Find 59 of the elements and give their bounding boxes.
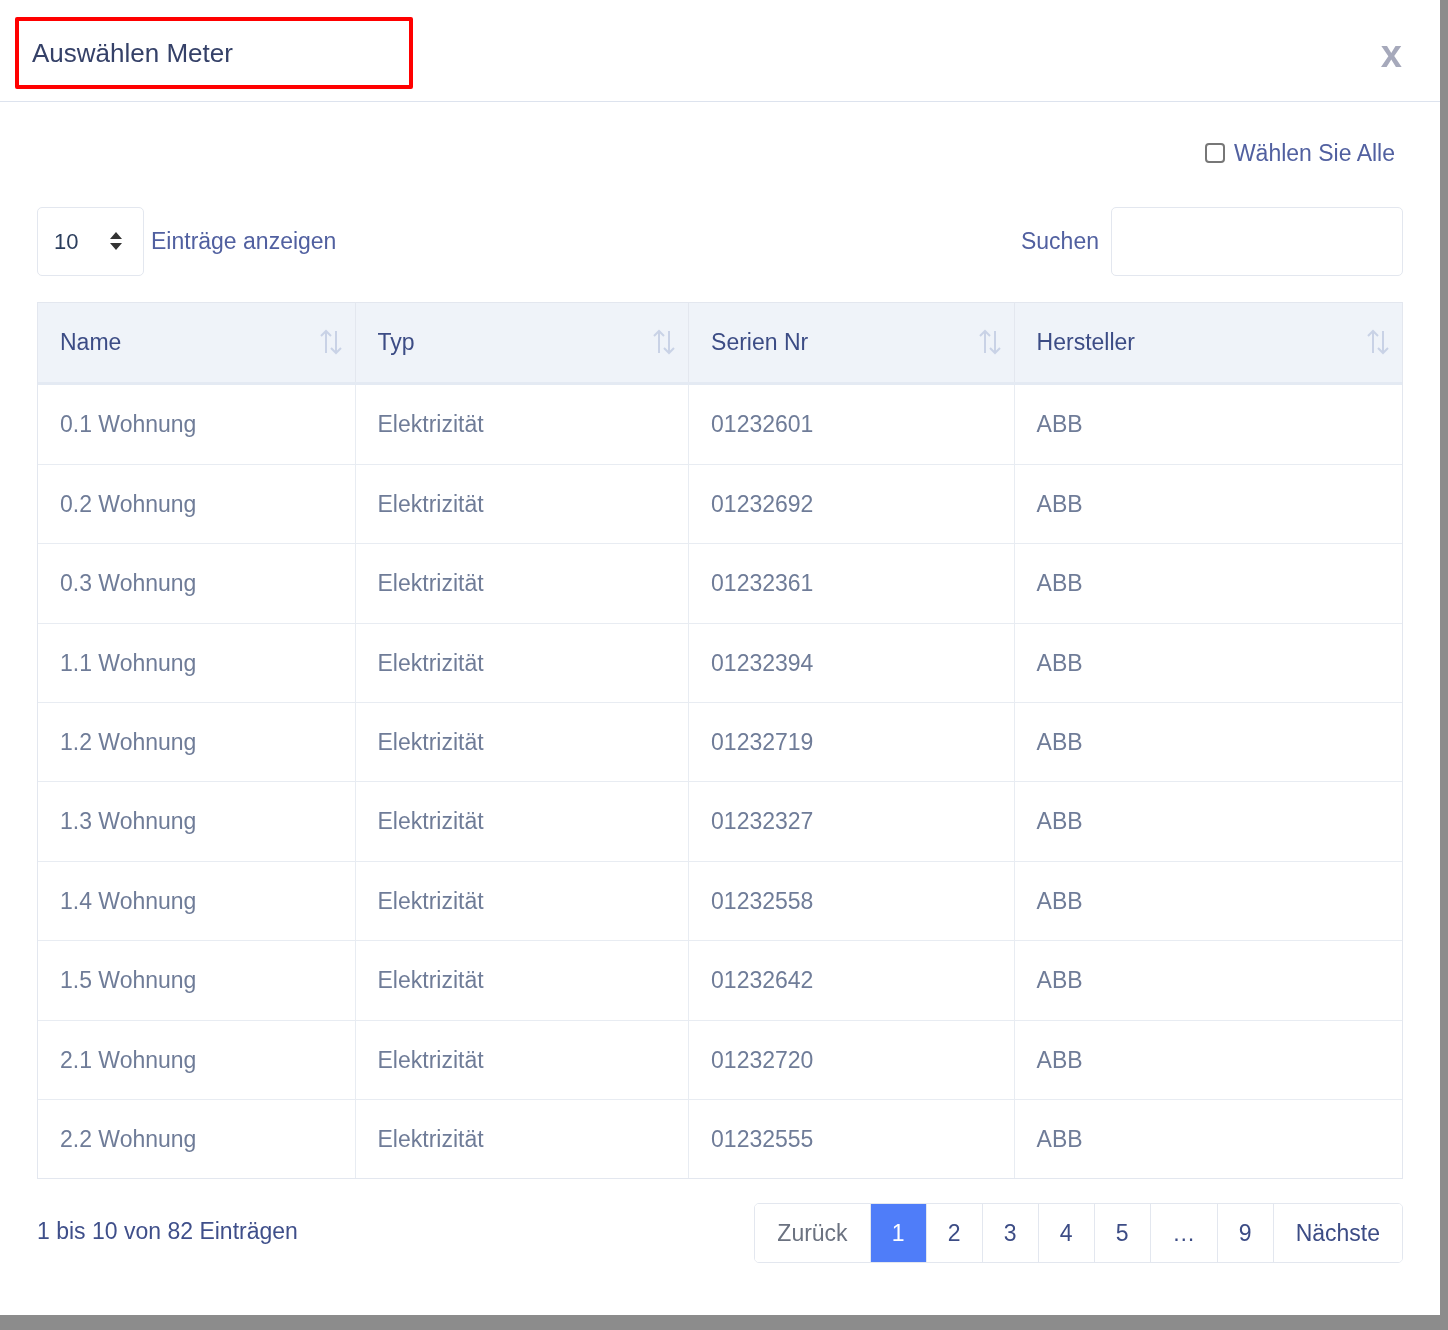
- column-header[interactable]: Typ: [354, 302, 689, 382]
- table-cell-text: 1.2 Wohnung: [59, 728, 198, 757]
- entries-select[interactable]: 10: [37, 206, 144, 276]
- table-cell: 01232394: [688, 623, 1014, 703]
- table-cell: Elektrizität: [354, 1100, 689, 1179]
- table-cell: ABB: [1013, 384, 1402, 464]
- table-cell: 01232555: [688, 1100, 1014, 1179]
- table-cell: Elektrizität: [354, 623, 689, 703]
- table-cell: Elektrizität: [354, 544, 689, 623]
- table-cell: ABB: [1013, 941, 1402, 1020]
- page-nav-button[interactable]: Nächste: [1272, 1204, 1402, 1263]
- table-cell-text: 1.5 Wohnung: [59, 966, 198, 996]
- table-cell: ABB: [1013, 623, 1402, 703]
- table-cell: ABB: [1013, 1020, 1402, 1099]
- table-info: 1 bis 10 von 82 Einträgen: [37, 1217, 298, 1247]
- table-cell-text: 0.2 Wohnung: [59, 489, 198, 519]
- sort-icon: [977, 329, 1002, 355]
- select-all-label: Wählen Sie Alle: [1233, 139, 1395, 168]
- table-cell: Elektrizität: [354, 941, 689, 1020]
- table-cell: ABB: [1013, 861, 1402, 941]
- table-cell-text: 2.2 Wohnung: [59, 1124, 198, 1154]
- search-field[interactable]: [1111, 206, 1403, 276]
- table-cell-text: 0.3 Wohnung: [59, 569, 198, 599]
- sort-icon: [652, 329, 677, 355]
- sort-icon: [318, 329, 343, 355]
- table-cell: 01232558: [688, 861, 1014, 941]
- column-header[interactable]: Serien Nr: [688, 302, 1014, 382]
- table-cell: ABB: [1013, 703, 1402, 782]
- table-cell: 01232361: [688, 544, 1014, 623]
- table-cell: Elektrizität: [354, 464, 689, 544]
- table-cell: ABB: [1013, 1100, 1402, 1179]
- dialog-title: Auswählen Meter: [32, 36, 233, 70]
- sort-icon: [1366, 329, 1390, 355]
- table-cell-text: 2.1 Wohnung: [59, 1045, 198, 1075]
- table-cell: ABB: [1013, 782, 1402, 861]
- table-cell-text: 1.4 Wohnung: [59, 886, 198, 916]
- table-cell: 01232327: [688, 782, 1014, 861]
- table-cell-text: 1.3 Wohnung: [59, 807, 198, 837]
- column-header[interactable]: Hersteller: [1013, 302, 1402, 382]
- table-cell: 01232642: [688, 941, 1014, 1020]
- checkbox[interactable]: [1204, 143, 1225, 164]
- sort-caret-icon: [109, 231, 123, 251]
- table-cell: 01232601: [688, 384, 1014, 464]
- column-header[interactable]: Name: [38, 302, 355, 382]
- table-cell: 01232692: [688, 464, 1014, 544]
- table-cell: Elektrizität: [354, 861, 689, 941]
- table-cell: 01232720: [688, 1020, 1014, 1099]
- table-cell: Elektrizität: [354, 384, 689, 464]
- table-cell: Elektrizität: [354, 1020, 689, 1099]
- table-cell: ABB: [1013, 464, 1402, 544]
- table-cell: 01232719: [688, 703, 1014, 782]
- search-label: Suchen: [1021, 226, 1099, 256]
- table-cell-text: 0.1 Wohnung: [59, 409, 198, 439]
- entries-label: Einträge anzeigen: [151, 226, 337, 256]
- table-cell-text: 1.1 Wohnung: [59, 648, 198, 678]
- table-cell: Elektrizität: [354, 703, 689, 782]
- page-button[interactable]: 1: [869, 1204, 926, 1263]
- table-cell: ABB: [1013, 544, 1402, 623]
- table-cell: Elektrizität: [354, 782, 689, 861]
